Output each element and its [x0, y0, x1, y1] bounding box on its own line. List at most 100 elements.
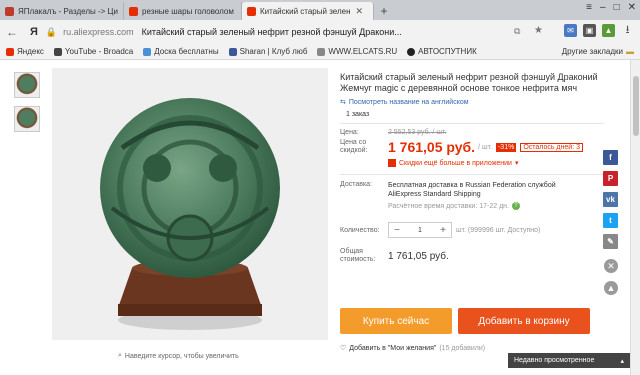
facebook-icon[interactable]: f: [603, 150, 618, 165]
yandex-logo[interactable]: Я: [30, 26, 38, 38]
bookmark-item[interactable]: YouTube - Broadca: [53, 47, 133, 56]
bookmark-item[interactable]: WWW.ELCATS.RU: [317, 47, 397, 56]
vk-icon: [228, 47, 237, 56]
tab-label: резные шары головолом: [142, 6, 234, 16]
add-to-cart-button[interactable]: Добавить в корзину: [458, 308, 590, 334]
bookmark-item[interactable]: АВТОСПУТНИК: [407, 47, 477, 56]
delivery-time: Расчётное время доставки: 17-22 дн. ?: [388, 202, 588, 210]
app-discount-link[interactable]: Скидки ещё больше в приложении ▾: [388, 159, 604, 167]
tab-bar: ЯПлакалъ - Разделы -> Ци резные шары гол…: [0, 0, 640, 20]
qty-label: Количество:: [340, 226, 380, 234]
total-price: 1 761,05 руб.: [388, 250, 449, 262]
new-tab-button[interactable]: +: [374, 2, 394, 20]
copy-link-icon[interactable]: ⧉: [514, 26, 520, 37]
shipping-text[interactable]: Бесплатная доставка в Russian Federation…: [388, 181, 588, 199]
tab-carved-balls[interactable]: резные шары головолом: [124, 2, 242, 20]
wishlist-link[interactable]: ♡ Добавить в "Мои желания" (15 добавили): [340, 344, 485, 353]
tab-yaplakal[interactable]: ЯПлакалъ - Разделы -> Ци: [0, 2, 124, 20]
page-content: ⌕ Наведите курсор, чтобы увеличить Китай…: [0, 60, 640, 375]
aliexpress-favicon-icon: [129, 6, 138, 16]
url-page-title: Китайский старый зеленый нефрит резной ф…: [141, 27, 402, 37]
twitter-icon[interactable]: t: [603, 213, 618, 228]
close-window-icon[interactable]: ✕: [628, 2, 636, 13]
yandex-icon: [6, 47, 14, 56]
zoom-hint: ⌕ Наведите курсор, чтобы увеличить: [118, 352, 239, 360]
scrollbar[interactable]: [630, 60, 640, 375]
bookmark-item[interactable]: Яндекс: [6, 47, 44, 56]
folder-icon: ▬: [626, 47, 634, 56]
url-field[interactable]: 🔒 ru.aliexpress.com Китайский старый зел…: [46, 23, 402, 41]
recently-viewed-bar[interactable]: Недавно просмотренное ▴: [508, 353, 630, 368]
shipping-row: Доставка: Бесплатная доставка в Russian …: [340, 181, 604, 210]
divider: [340, 123, 604, 124]
orders-count: 1 заказ: [346, 111, 370, 118]
old-price: 2 552,53 руб. / шт.: [388, 129, 447, 136]
vk-icon[interactable]: vk: [603, 192, 618, 207]
menu-icon[interactable]: ≡: [586, 2, 592, 13]
tab-label: Китайский старый зелен: [260, 6, 351, 16]
mail-icon[interactable]: ✉: [564, 24, 577, 37]
phone-icon: [388, 159, 396, 167]
heart-icon: ♡: [340, 345, 347, 352]
quantity-stepper[interactable]: − 1 +: [388, 222, 452, 238]
price-label: Цена:: [340, 129, 359, 136]
extension-icon[interactable]: ▲: [602, 24, 615, 37]
translate-icon: ⇆: [340, 99, 346, 106]
discount-price-row: Цена со скидкой: 1 761,05 руб. / шт. -31…: [340, 139, 604, 155]
product-title: Китайский старый зеленый нефрит резной ф…: [340, 72, 598, 93]
scrollbar-thumb[interactable]: [633, 76, 639, 136]
close-icon[interactable]: ✕: [604, 259, 618, 273]
qty-available: шт. (999996 шт. Доступно): [456, 226, 541, 234]
magnifier-icon: ⌕: [118, 352, 122, 359]
back-arrow-icon[interactable]: ←: [6, 25, 18, 39]
days-left-badge: Осталось дней: 3: [520, 142, 583, 152]
quantity-row: Количество: − 1 + шт. (999996 шт. Доступ…: [340, 222, 604, 238]
tab-chinese-jade[interactable]: Китайский старый зелен ✕: [242, 2, 374, 20]
bookmark-item[interactable]: Sharan | Клуб люб: [228, 47, 307, 56]
yaplakal-favicon-icon: [5, 6, 14, 16]
total-label: Общая стоимость:: [340, 248, 376, 263]
old-price-row: Цена: 2 552,53 руб. / шт.: [340, 129, 604, 136]
other-bookmarks[interactable]: Другие закладки ▬: [562, 47, 634, 56]
discount-badge: -31%: [495, 142, 517, 152]
plus-button[interactable]: +: [435, 225, 451, 236]
pinterest-icon[interactable]: P: [603, 171, 618, 186]
jade-ball-image: [52, 68, 328, 340]
extensions: ✉ ▣ ▲ ⭳: [564, 24, 634, 37]
download-icon[interactable]: ⭳: [621, 24, 634, 37]
help-icon[interactable]: ?: [511, 202, 520, 210]
arrow-up-icon[interactable]: ▲: [604, 281, 618, 295]
tab-label: ЯПлакалъ - Разделы -> Ци: [18, 6, 118, 16]
buy-now-button[interactable]: Купить сейчас: [340, 308, 452, 334]
elcats-icon: [317, 47, 326, 56]
maximize-icon[interactable]: □: [614, 2, 620, 13]
qty-value[interactable]: 1: [405, 227, 435, 234]
total-row: Общая стоимость: 1 761,05 руб.: [340, 248, 604, 264]
price-unit: / шт.: [478, 143, 492, 151]
thumbnail-list: [14, 72, 42, 140]
extension-icon[interactable]: ▣: [583, 24, 596, 37]
chevron-up-icon: ▴: [620, 357, 624, 365]
bookmark-item[interactable]: Доска бесплатны: [143, 47, 219, 56]
bookmarks-bar: Яндекс YouTube - Broadca Доска бесплатны…: [0, 44, 640, 60]
edit-icon[interactable]: ✎: [603, 234, 618, 249]
chevron-down-icon: ▾: [514, 160, 519, 167]
avtosputnik-icon: [407, 47, 416, 56]
minimize-icon[interactable]: –: [600, 2, 606, 13]
lock-icon: 🔒: [45, 26, 58, 37]
minus-button[interactable]: −: [389, 225, 405, 236]
discount-price-label: Цена со скидкой:: [340, 139, 368, 154]
translate-link[interactable]: ⇆ Посмотреть название на английском: [340, 98, 604, 107]
url-domain: ru.aliexpress.com: [63, 27, 134, 37]
shipping-label: Доставка:: [340, 181, 373, 188]
bookmark-star-icon[interactable]: ★: [534, 25, 543, 36]
product-image[interactable]: [52, 68, 328, 340]
product-thumbnail[interactable]: [14, 72, 40, 98]
product-thumbnail[interactable]: [14, 106, 40, 132]
close-tab-icon[interactable]: ✕: [356, 6, 364, 17]
product-info: Китайский старый зеленый нефрит резной ф…: [340, 72, 604, 264]
divider: [340, 174, 604, 175]
address-bar: ← Я 🔒 ru.aliexpress.com Китайский старый…: [0, 20, 640, 44]
social-share: f P vk t ✎ ✕ ▲: [603, 150, 619, 303]
board-icon: [143, 47, 152, 56]
